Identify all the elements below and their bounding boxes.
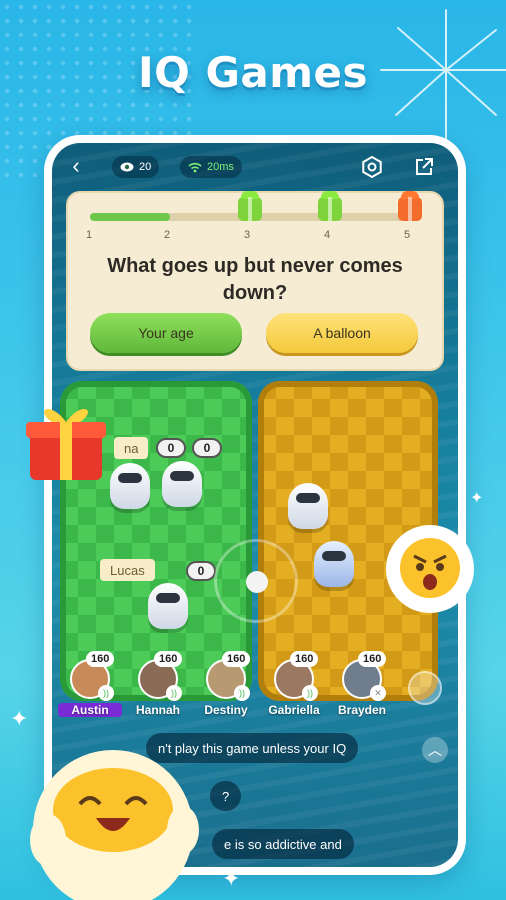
- sparkle-icon: ✦: [470, 490, 484, 507]
- settings-button[interactable]: [358, 153, 386, 181]
- robot-character: [148, 583, 188, 629]
- chat-message: ?: [210, 781, 242, 811]
- eye-icon: [120, 162, 134, 172]
- gift-icon: [318, 197, 342, 221]
- step-3: 3: [244, 229, 251, 241]
- score-badge: 0: [186, 561, 216, 581]
- ping-value: 20ms: [207, 161, 234, 173]
- step-2: 2: [164, 229, 171, 241]
- robot-character: [314, 541, 354, 587]
- gift-icon: [398, 197, 422, 221]
- quiz-progress-fill: [90, 213, 170, 221]
- player-score: 160: [358, 651, 387, 667]
- step-5: 5: [404, 229, 411, 241]
- angry-emoji-icon: [400, 538, 460, 598]
- mascot-character: [30, 750, 199, 900]
- player-name: Hannah: [135, 703, 180, 717]
- share-button[interactable]: [410, 153, 438, 181]
- question-card: 1 2 3 4 5 What goes up but never comes d…: [66, 191, 444, 371]
- robot-character: [110, 463, 150, 509]
- back-button[interactable]: ‹: [62, 153, 90, 181]
- mic-icon: )): [166, 685, 182, 701]
- viewer-count: 20: [112, 156, 160, 178]
- score-badge: 0: [156, 438, 186, 458]
- player-score: 160: [290, 651, 319, 667]
- player-tag: na: [114, 437, 149, 459]
- mic-icon: )): [302, 685, 318, 701]
- player-tag: Lucas: [100, 559, 155, 581]
- sparkle-icon: ✦: [222, 866, 241, 891]
- step-4: 4: [324, 229, 331, 241]
- robot-character: [162, 461, 202, 507]
- ping-indicator: 20ms: [180, 156, 242, 178]
- top-bar: ‹ 20 20ms: [62, 153, 448, 181]
- robot-character: [288, 483, 328, 529]
- player-score: 160: [222, 651, 251, 667]
- chat-message: e is so addictive and: [212, 829, 354, 859]
- step-1: 1: [86, 229, 93, 241]
- sparkle-icon: ✦: [10, 706, 29, 731]
- player-slot[interactable]: 160 )) Austin: [58, 651, 122, 721]
- player-score: 160: [86, 651, 115, 667]
- player-slot[interactable]: 160 )) Destiny: [194, 651, 258, 721]
- viewer-count-value: 20: [139, 161, 152, 173]
- seat-icon[interactable]: [408, 671, 442, 705]
- gift-icon: [238, 197, 262, 221]
- player-name: Austin: [58, 703, 122, 717]
- answer-option-1[interactable]: Your age: [90, 313, 242, 353]
- player-row: 160 )) Austin 160 )) Hannah 160 )) Desti…: [58, 651, 452, 721]
- score-badge: 0: [192, 438, 222, 458]
- player-name: Destiny: [204, 703, 248, 717]
- answer-option-2[interactable]: A balloon: [266, 313, 418, 353]
- mic-icon: )): [234, 685, 250, 701]
- mic-muted-icon: ✕: [370, 685, 386, 701]
- mic-icon: )): [98, 685, 114, 701]
- joystick-knob[interactable]: [246, 571, 268, 593]
- gear-icon: [362, 156, 382, 178]
- wifi-icon: [188, 162, 202, 172]
- player-score: 160: [154, 651, 183, 667]
- player-slot[interactable]: 160 ✕ Brayden: [330, 651, 394, 721]
- question-text: What goes up but never comes down?: [107, 255, 403, 304]
- player-name: Brayden: [337, 703, 387, 717]
- chevron-up-icon[interactable]: ︿: [422, 737, 448, 763]
- player-slot[interactable]: 160 )) Hannah: [126, 651, 190, 721]
- share-icon: [416, 158, 433, 175]
- player-name: Gabriella: [268, 703, 320, 717]
- chevron-left-icon: ‹: [72, 153, 80, 178]
- headline: IQ Games: [137, 48, 369, 97]
- gift-box-decoration: [26, 408, 106, 480]
- player-slot[interactable]: 160 )) Gabriella: [262, 651, 326, 721]
